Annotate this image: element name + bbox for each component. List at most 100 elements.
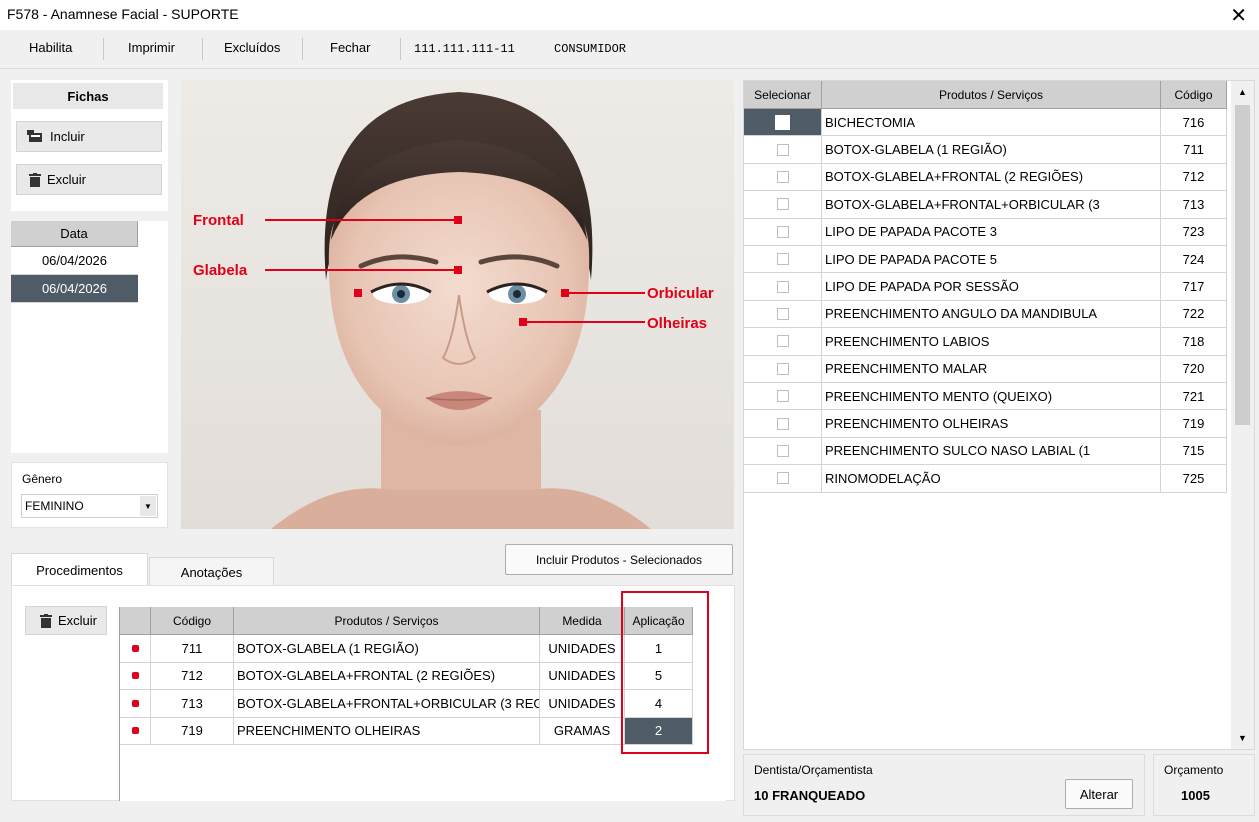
proc-codigo-cell[interactable]: 719	[151, 717, 234, 745]
select-checkbox[interactable]	[776, 253, 789, 266]
product-code-cell[interactable]: 712	[1161, 163, 1227, 192]
scroll-up-icon[interactable]: ▲	[1231, 83, 1254, 101]
product-name-cell[interactable]: BOTOX-GLABELA (1 REGIÃO)	[822, 136, 1161, 164]
select-cell[interactable]	[744, 109, 822, 137]
product-name-cell[interactable]: PREENCHIMENTO ANGULO DA MANDIBULA	[822, 300, 1161, 329]
product-name-cell[interactable]: PREENCHIMENTO LABIOS	[822, 328, 1161, 356]
product-name-cell[interactable]: LIPO DE PAPADA PACOTE 3	[822, 218, 1161, 246]
select-checkbox[interactable]	[776, 170, 789, 183]
incluir-selecionados-button[interactable]: Incluir Produtos - Selecionados	[505, 544, 733, 575]
col-codigo-header[interactable]: Código	[1161, 81, 1227, 109]
product-name-cell[interactable]: PREENCHIMENTO OLHEIRAS	[822, 410, 1161, 438]
select-cell[interactable]	[744, 300, 822, 329]
proc-produto-cell[interactable]: BOTOX-GLABELA+FRONTAL (2 REGIÕES)	[234, 662, 540, 690]
select-cell[interactable]	[744, 410, 822, 438]
select-cell[interactable]	[744, 437, 822, 466]
product-code-cell[interactable]: 713	[1161, 191, 1227, 219]
product-code-cell[interactable]: 721	[1161, 383, 1227, 411]
col-selecionar-header[interactable]: Selecionar	[744, 81, 822, 109]
product-name-cell[interactable]: PREENCHIMENTO MENTO (QUEIXO)	[822, 383, 1161, 411]
select-cell[interactable]	[744, 465, 822, 493]
proc-produto-cell[interactable]: PREENCHIMENTO OLHEIRAS	[234, 717, 540, 745]
product-name-cell[interactable]: PREENCHIMENTO MALAR	[822, 355, 1161, 383]
select-cell[interactable]	[744, 163, 822, 192]
product-code-cell[interactable]: 723	[1161, 218, 1227, 246]
proc-medida-cell[interactable]: UNIDADES	[540, 690, 625, 718]
product-name-cell[interactable]: RINOMODELAÇÃO	[822, 465, 1161, 493]
genero-select[interactable]: FEMININO ▼	[21, 494, 158, 518]
select-cell[interactable]	[744, 273, 822, 301]
scroll-down-icon[interactable]: ▼	[1231, 729, 1254, 747]
select-checkbox[interactable]	[776, 472, 789, 485]
product-name-cell[interactable]: LIPO DE PAPADA PACOTE 5	[822, 246, 1161, 274]
product-code-cell[interactable]: 722	[1161, 300, 1227, 329]
proc-aplicacao-cell[interactable]: 2	[625, 717, 693, 745]
proc-medida-cell[interactable]: GRAMAS	[540, 717, 625, 745]
product-code-cell[interactable]: 720	[1161, 355, 1227, 383]
products-scrollbar[interactable]: ▲ ▼	[1231, 81, 1254, 749]
close-icon[interactable]: ✕	[1230, 3, 1247, 28]
select-cell[interactable]	[744, 328, 822, 356]
alterar-button[interactable]: Alterar	[1065, 779, 1133, 809]
col-medida-header[interactable]: Medida	[540, 607, 625, 635]
product-name-cell[interactable]: PREENCHIMENTO SULCO NASO LABIAL (1	[822, 437, 1161, 466]
incluir-ficha-button[interactable]: Incluir	[16, 121, 162, 152]
select-checkbox[interactable]	[776, 198, 789, 211]
select-checkbox[interactable]	[776, 417, 789, 430]
excluidos-button[interactable]: Excluídos	[224, 40, 280, 55]
select-cell[interactable]	[744, 355, 822, 383]
date-row-selected[interactable]: 06/04/2026	[11, 275, 138, 303]
col-produto-header[interactable]: Produtos / Serviços	[234, 607, 540, 635]
select-checkbox[interactable]	[776, 335, 789, 348]
col-produtos-header[interactable]: Produtos / Serviços	[822, 81, 1161, 109]
select-checkbox[interactable]	[776, 307, 789, 320]
proc-medida-cell[interactable]: UNIDADES	[540, 662, 625, 690]
select-checkbox[interactable]	[776, 143, 789, 156]
product-code-cell[interactable]: 716	[1161, 109, 1227, 137]
chevron-down-icon[interactable]: ▼	[140, 496, 156, 516]
select-cell[interactable]	[744, 383, 822, 411]
col-codigo-header[interactable]: Código	[151, 607, 234, 635]
excluir-ficha-button[interactable]: Excluir	[16, 164, 162, 195]
habilita-button[interactable]: Habilita	[29, 40, 72, 55]
product-name-cell[interactable]: BICHECTOMIA	[822, 109, 1161, 137]
proc-produto-cell[interactable]: BOTOX-GLABELA (1 REGIÃO)	[234, 635, 540, 663]
excluir-procedimento-button[interactable]: Excluir	[25, 606, 107, 635]
proc-aplicacao-cell[interactable]: 4	[625, 690, 693, 718]
proc-codigo-cell[interactable]: 711	[151, 635, 234, 663]
select-cell[interactable]	[744, 136, 822, 164]
product-code-cell[interactable]: 718	[1161, 328, 1227, 356]
proc-medida-cell[interactable]: UNIDADES	[540, 635, 625, 663]
product-code-cell[interactable]: 724	[1161, 246, 1227, 274]
select-checkbox[interactable]	[775, 114, 790, 130]
imprimir-button[interactable]: Imprimir	[128, 40, 175, 55]
select-cell[interactable]	[744, 191, 822, 219]
proc-codigo-cell[interactable]: 712	[151, 662, 234, 690]
product-code-cell[interactable]: 725	[1161, 465, 1227, 493]
select-checkbox[interactable]	[776, 280, 789, 293]
select-cell[interactable]	[744, 246, 822, 274]
select-cell[interactable]	[744, 218, 822, 246]
proc-produto-cell[interactable]: BOTOX-GLABELA+FRONTAL+ORBICULAR (3 REGIÕ	[234, 690, 540, 718]
product-code-cell[interactable]: 715	[1161, 437, 1227, 466]
proc-codigo-cell[interactable]: 713	[151, 690, 234, 718]
select-checkbox[interactable]	[776, 444, 789, 457]
proc-aplicacao-cell[interactable]: 1	[625, 635, 693, 663]
product-name-cell[interactable]: LIPO DE PAPADA POR SESSÃO	[822, 273, 1161, 301]
tab-procedimentos[interactable]: Procedimentos	[11, 553, 148, 586]
product-code-cell[interactable]: 717	[1161, 273, 1227, 301]
col-aplicacao-header[interactable]: Aplicação	[625, 607, 693, 635]
tab-anotacoes[interactable]: Anotações	[149, 557, 274, 586]
product-code-cell[interactable]: 711	[1161, 136, 1227, 164]
proc-aplicacao-cell[interactable]: 5	[625, 662, 693, 690]
date-row[interactable]: 06/04/2026	[11, 247, 138, 275]
product-code-cell[interactable]: 719	[1161, 410, 1227, 438]
fechar-button[interactable]: Fechar	[330, 40, 370, 55]
select-checkbox[interactable]	[776, 390, 789, 403]
select-checkbox[interactable]	[776, 225, 789, 238]
product-name-cell[interactable]: BOTOX-GLABELA+FRONTAL (2 REGIÕES)	[822, 163, 1161, 192]
incluir-ficha-label: Incluir	[50, 129, 85, 144]
product-name-cell[interactable]: BOTOX-GLABELA+FRONTAL+ORBICULAR (3	[822, 191, 1161, 219]
scrollbar-thumb[interactable]	[1235, 105, 1250, 425]
select-checkbox[interactable]	[776, 362, 789, 375]
